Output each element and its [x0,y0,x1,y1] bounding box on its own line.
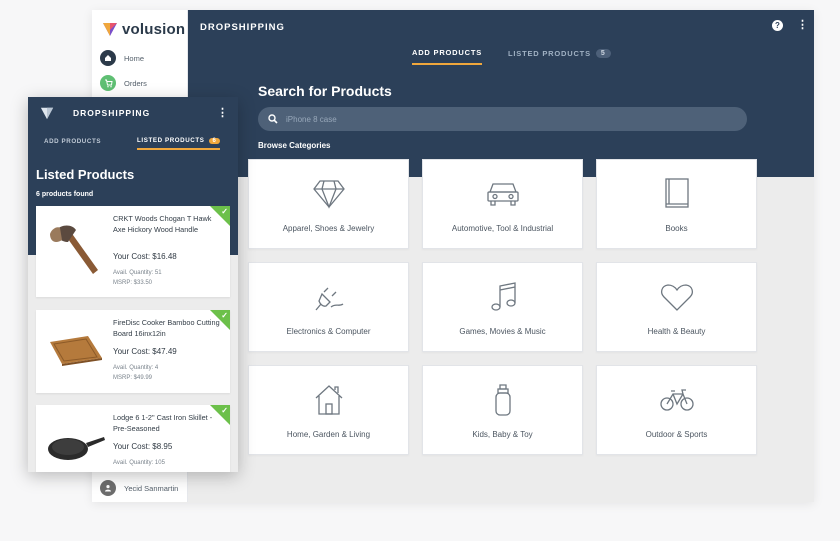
music-note-icon [485,279,521,315]
tab-listed-products[interactable]: LISTED PRODUCTS 6 [137,137,221,150]
category-label: Books [665,224,688,233]
product-quantity: Avail. Quantity: 4 [113,365,159,371]
panel-title: DROPSHIPPING [73,108,151,118]
tab-add-products[interactable]: ADD PRODUCTS [412,48,483,65]
user-avatar-icon [100,480,116,496]
category-card-outdoor[interactable]: Outdoor & Sports [596,365,757,455]
tab-label: LISTED PRODUCTS [137,137,205,144]
skillet-product-image [48,437,105,460]
cart-icon [100,75,116,91]
user-profile[interactable]: Yecid Sanmartin [100,480,178,496]
volusion-logo-icon [103,23,117,36]
search-input[interactable] [286,114,726,124]
category-card-apparel[interactable]: Apparel, Shoes & Jewelry [248,159,409,249]
axe-product-image [50,225,98,274]
search-icon [268,114,278,124]
product-quantity: Avail. Quantity: 105 [113,460,165,466]
home-icon [100,50,116,66]
main-content: DROPSHIPPING ? ⋮ ADD PRODUCTS LISTED PRO… [188,10,814,502]
category-card-kids[interactable]: Kids, Baby & Toy [422,365,583,455]
category-card-books[interactable]: Books [596,159,757,249]
category-label: Games, Movies & Music [459,327,546,336]
products-found-count: 6 products found [36,191,94,198]
baby-bottle-icon [485,382,521,418]
product-name: CRKT Woods Chogan T Hawk Axe Hickory Woo… [113,214,212,234]
category-label: Apparel, Shoes & Jewelry [282,224,375,233]
listed-products-heading: Listed Products [36,167,135,182]
product-card[interactable]: ✓ CRKT Woods Chogan T Hawk Axe Hickory W… [36,206,230,297]
header-actions: ? ⋮ [772,20,808,31]
panel-tab-bar: ADD PRODUCTS LISTED PRODUCTS 6 [44,137,221,150]
product-quantity: Avail. Quantity: 51 [113,270,162,276]
logo-text: volusion [122,20,186,38]
category-label: Electronics & Computer [286,327,371,336]
product-name: FireDisc Cooker Bamboo Cutting Board 16i… [113,318,220,338]
sidebar-item-orders[interactable]: Orders [100,75,147,91]
tab-label: ADD PRODUCTS [412,48,483,57]
category-label: Health & Beauty [647,327,706,336]
tab-label: ADD PRODUCTS [44,138,102,145]
category-card-automotive[interactable]: Automotive, Tool & Industrial [422,159,583,249]
category-card-games[interactable]: Games, Movies & Music [422,262,583,352]
search-box[interactable] [258,107,747,131]
product-msrp: MSRP: $33.50 [113,280,153,286]
product-cost: Your Cost: $8.95 [113,442,173,451]
volusion-logo[interactable]: volusion [102,18,185,40]
category-label: Kids, Baby & Toy [472,430,533,439]
car-icon [485,176,521,212]
product-card[interactable]: ✓ FireDisc Cooker Bamboo Cutting Board 1… [36,310,230,393]
tab-add-products[interactable]: ADD PRODUCTS [44,137,101,150]
page-title: DROPSHIPPING [200,22,285,33]
plug-icon [311,279,347,315]
more-options-icon[interactable]: ⋮ [217,106,228,119]
listed-count-badge: 5 [595,49,611,58]
product-name: Lodge 6 1-2" Cast Iron Skillet - Pre-Sea… [113,413,213,433]
listed-products-panel: DROPSHIPPING ⋮ ADD PRODUCTS LISTED PRODU… [28,97,238,472]
search-heading: Search for Products [258,83,392,99]
volusion-logo-icon [40,107,54,120]
category-card-home[interactable]: Home, Garden & Living [248,365,409,455]
more-options-icon[interactable]: ⋮ [797,20,808,31]
header-banner: DROPSHIPPING ? ⋮ ADD PRODUCTS LISTED PRO… [188,10,814,177]
product-card[interactable]: ✓ Lodge 6 1-2" Cast Iron Skillet - Pre-S… [36,405,230,472]
heart-icon [659,279,695,315]
sidebar-item-label: Orders [124,78,147,88]
category-card-electronics[interactable]: Electronics & Computer [248,262,409,352]
cutting-board-product-image [50,336,102,366]
category-grid: Apparel, Shoes & Jewelry Automotive, Too… [248,159,757,455]
sidebar-item-label: Home [124,53,145,63]
house-icon [311,382,347,418]
tab-bar: ADD PRODUCTS LISTED PRODUCTS 5 [412,48,611,65]
sidebar-item-home[interactable]: Home [100,50,144,66]
help-icon[interactable]: ? [772,20,783,31]
bicycle-icon [659,382,695,418]
category-card-health[interactable]: Health & Beauty [596,262,757,352]
tab-listed-products[interactable]: LISTED PRODUCTS 5 [508,48,611,65]
browse-categories-label: Browse Categories [258,141,331,150]
listed-count-badge: 6 [208,137,221,144]
product-cost: Your Cost: $47.49 [113,347,177,356]
category-label: Automotive, Tool & Industrial [451,224,554,233]
product-msrp: MSRP: $49.99 [113,375,153,381]
diamond-icon [311,176,347,212]
category-label: Outdoor & Sports [645,430,708,439]
book-icon [659,176,695,212]
user-name: Yecid Sanmartin [124,483,179,493]
category-label: Home, Garden & Living [286,430,371,439]
product-cost: Your Cost: $16.48 [113,252,177,261]
tab-label: LISTED PRODUCTS [508,49,591,58]
